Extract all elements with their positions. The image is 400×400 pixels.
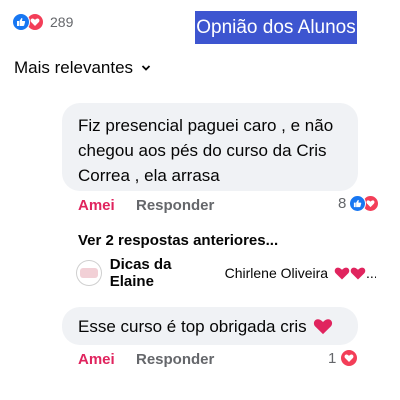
page-banner: Opnião dos Alunos	[195, 11, 357, 44]
reactions-summary[interactable]: 289	[12, 13, 73, 31]
comment-reactions[interactable]: 1	[328, 349, 359, 367]
comment-text: Esse curso é top obrigada cris	[78, 316, 307, 336]
comment-bubble: Esse curso é top obrigada cris	[62, 307, 358, 345]
comment-text-line: Correa , ela arrasa	[78, 166, 220, 185]
like-icon	[12, 13, 30, 31]
reaction-count[interactable]: 289	[50, 14, 73, 30]
comment-text-line: Fiz presencial paguei caro , e não	[78, 116, 334, 135]
sort-dropdown[interactable]: Mais relevantes	[14, 58, 151, 78]
comment-reaction-count: 8	[338, 195, 347, 212]
reply-button[interactable]: Responder	[136, 351, 214, 368]
reply-author[interactable]: Dicas da Elaine	[110, 256, 219, 290]
love-reaction-button[interactable]: Amei	[78, 351, 115, 368]
heart-emoji-icon	[334, 267, 350, 280]
chevron-down-icon	[141, 65, 151, 71]
comment-reaction-count: 1	[328, 349, 337, 367]
heart-emoji-icon	[350, 267, 366, 280]
avatar[interactable]	[76, 260, 102, 286]
reply-mention: Chirlene Oliveira	[224, 265, 329, 281]
view-previous-replies-link[interactable]: Ver 2 respostas anteriores...	[78, 232, 278, 249]
reply-button[interactable]: Responder	[136, 197, 214, 214]
comment-text-line: chegou aos pés do curso da Cris	[78, 141, 327, 160]
reply-preview[interactable]: Dicas da Elaine Chirlene Oliveira ...	[76, 256, 376, 290]
comment-bubble: Fiz presencial paguei caro , e não chego…	[62, 103, 358, 191]
heart-emoji-icon	[313, 319, 332, 335]
love-reaction-button[interactable]: Amei	[78, 197, 115, 214]
love-icon	[340, 349, 359, 367]
truncation-ellipsis: ...	[365, 265, 376, 281]
comment-reactions[interactable]: 8	[338, 195, 380, 212]
reply-text: Chirlene Oliveira ...	[225, 265, 376, 281]
sort-label: Mais relevantes	[14, 58, 134, 77]
